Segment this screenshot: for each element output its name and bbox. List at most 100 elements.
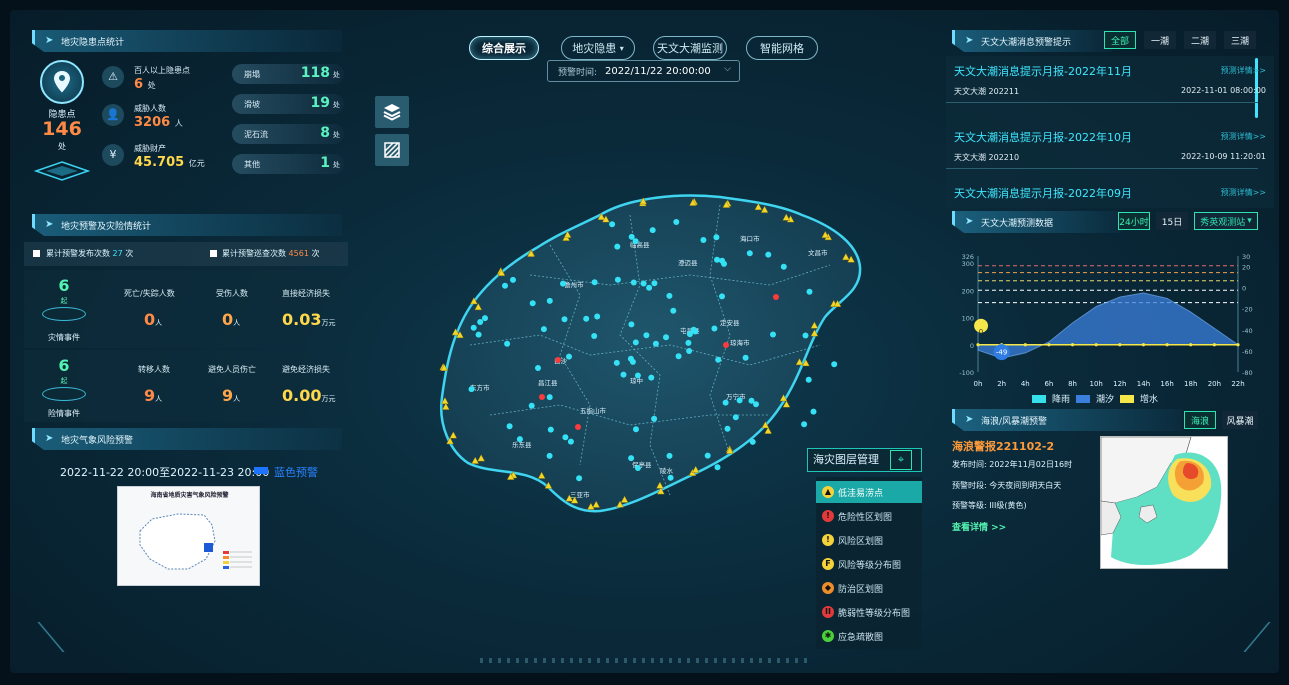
hazard-point-marker[interactable]	[591, 279, 598, 286]
surge-point[interactable]	[1023, 343, 1027, 347]
hazard-point-marker[interactable]	[652, 340, 659, 347]
hazard-point-marker[interactable]	[529, 300, 536, 307]
hazard-point-marker[interactable]	[560, 280, 566, 287]
hazard-point-marker[interactable]	[468, 386, 475, 393]
hazard-point-marker[interactable]	[528, 402, 535, 409]
hazard-point-marker[interactable]	[719, 293, 725, 300]
hazard-point-marker[interactable]	[547, 426, 554, 433]
message-detail-link[interactable]: 预测详情>>	[1221, 65, 1266, 76]
hainan-map[interactable]: 临高县 澄迈县 海口市 文昌市 儋州市 屯昌县 定安县 白沙 琼海市 昌江县 东…	[430, 175, 880, 540]
tab-geohazard[interactable]: 地灾隐患 ▾	[561, 36, 635, 60]
hazard-point-marker[interactable]	[673, 219, 680, 225]
hazard-point-marker[interactable]	[736, 397, 743, 404]
surge-point[interactable]	[1070, 343, 1075, 347]
surge-point[interactable]	[1189, 343, 1193, 347]
hazard-point-marker[interactable]	[711, 325, 718, 332]
hazard-point-marker[interactable]	[686, 348, 693, 354]
hazard-point-marker[interactable]	[546, 452, 553, 459]
surge-point[interactable]	[976, 343, 980, 347]
hazard-point-marker[interactable]	[806, 288, 813, 295]
tide-message[interactable]: 天文大潮消息提示月报-2022年09月 预测详情>>	[954, 185, 1266, 201]
hazard-point-marker[interactable]	[651, 280, 658, 287]
hazard-point-marker[interactable]	[594, 313, 601, 320]
hazard-point-marker[interactable]	[666, 292, 673, 299]
filter-third[interactable]: 三潮	[1224, 31, 1256, 49]
hazard-point-marker[interactable]	[504, 340, 511, 347]
hazard-point-marker[interactable]	[502, 282, 508, 289]
hazard-point-marker[interactable]	[780, 263, 787, 270]
hazard-point-marker[interactable]	[648, 374, 655, 381]
danger-point-marker[interactable]	[575, 424, 581, 430]
hazard-point-marker[interactable]	[732, 414, 739, 421]
message-detail-link[interactable]: 预测详情>>	[1221, 187, 1266, 198]
hazard-point-marker[interactable]	[640, 280, 647, 287]
hazard-point-marker[interactable]	[714, 256, 720, 263]
hazard-point-marker[interactable]	[643, 332, 650, 339]
filter-second[interactable]: 二潮	[1184, 31, 1216, 49]
hazard-point-marker[interactable]	[627, 355, 634, 362]
tab-tide-monitor[interactable]: 天文大潮监测	[653, 36, 727, 60]
hatch-pattern-icon[interactable]	[375, 134, 409, 166]
hazard-point-marker[interactable]	[591, 333, 598, 339]
hazard-point-marker[interactable]	[535, 365, 541, 371]
layer-item[interactable]: II 脆弱性等级分布图	[816, 601, 922, 623]
filter-first[interactable]: 一潮	[1144, 31, 1176, 49]
hazard-point-marker[interactable]	[634, 372, 641, 379]
hazard-point-marker[interactable]	[470, 324, 477, 331]
hazard-point-marker[interactable]	[667, 474, 674, 481]
hazard-point-marker[interactable]	[749, 438, 756, 445]
tide-message[interactable]: 天文大潮消息提示月报-2022年10月 预测详情>> 天文大潮 202210 2…	[954, 129, 1266, 165]
hazard-point-marker[interactable]	[805, 376, 812, 383]
hazard-point-marker[interactable]	[546, 394, 553, 401]
hazard-point-marker[interactable]	[646, 284, 653, 291]
hazard-point-marker[interactable]	[742, 354, 749, 361]
surge-point[interactable]	[1212, 343, 1216, 347]
meteo-warning-map[interactable]: 海南省地质灾害气象风险预警	[117, 486, 260, 586]
hazard-point-marker[interactable]	[651, 415, 658, 422]
hazard-point-marker[interactable]	[561, 316, 568, 323]
hazard-point-marker[interactable]	[810, 408, 817, 415]
layer-item[interactable]: ! 危险性区划图	[816, 505, 922, 527]
hazard-point-marker[interactable]	[628, 455, 635, 462]
hazard-point-marker[interactable]	[632, 339, 639, 346]
station-select[interactable]: 秀英观测站 ▾	[1194, 212, 1258, 230]
surge-point[interactable]	[1236, 343, 1240, 347]
hazard-point-marker[interactable]	[475, 331, 482, 338]
filter-all[interactable]: 全部	[1104, 31, 1136, 49]
hazard-point-marker[interactable]	[506, 423, 513, 430]
hazard-point-marker[interactable]	[630, 279, 637, 286]
tab-smart-grid[interactable]: 智能网格	[746, 36, 818, 60]
hazard-point-marker[interactable]	[765, 251, 772, 258]
hazard-point-marker[interactable]	[477, 319, 484, 325]
hazard-point-marker[interactable]	[540, 326, 547, 333]
hazard-point-marker[interactable]	[614, 276, 621, 283]
danger-point-marker[interactable]	[555, 357, 561, 363]
tab-storm-surge[interactable]: 风暴潮	[1222, 411, 1258, 429]
hazard-point-marker[interactable]	[566, 353, 572, 360]
hazard-point-marker[interactable]	[801, 421, 808, 428]
tab-overview[interactable]: 综合展示	[469, 36, 539, 60]
surge-point[interactable]	[1118, 343, 1122, 347]
hazard-point-marker[interactable]	[713, 234, 720, 241]
hazard-point-marker[interactable]	[583, 315, 590, 322]
range-15d[interactable]: 15日	[1156, 212, 1188, 230]
hazard-point-marker[interactable]	[614, 243, 621, 250]
forecast-time-select[interactable]: 预警时间: 2022/11/22 20:00:00 ⌵	[547, 60, 740, 82]
hazard-point-marker[interactable]	[510, 276, 516, 283]
hazard-point-marker[interactable]	[663, 334, 669, 341]
hazard-point-marker[interactable]	[516, 436, 523, 443]
message-detail-link[interactable]: 预测详情>>	[1221, 131, 1266, 142]
hazard-point-marker[interactable]	[675, 353, 682, 360]
hazard-point-marker[interactable]	[831, 361, 838, 368]
danger-point-marker[interactable]	[723, 342, 729, 348]
hazard-point-marker[interactable]	[722, 399, 729, 406]
hazard-point-marker[interactable]	[620, 371, 627, 378]
hazard-point-marker[interactable]	[628, 321, 635, 328]
hazard-point-marker[interactable]	[690, 326, 697, 333]
layer-item[interactable]: ◆ 防治区划图	[816, 577, 922, 599]
hazard-point-marker[interactable]	[576, 475, 583, 482]
surge-point[interactable]	[1094, 343, 1098, 347]
hazard-point-marker[interactable]	[634, 465, 641, 471]
hazard-point-marker[interactable]	[714, 464, 721, 471]
tab-wave[interactable]: 海浪	[1184, 411, 1216, 429]
